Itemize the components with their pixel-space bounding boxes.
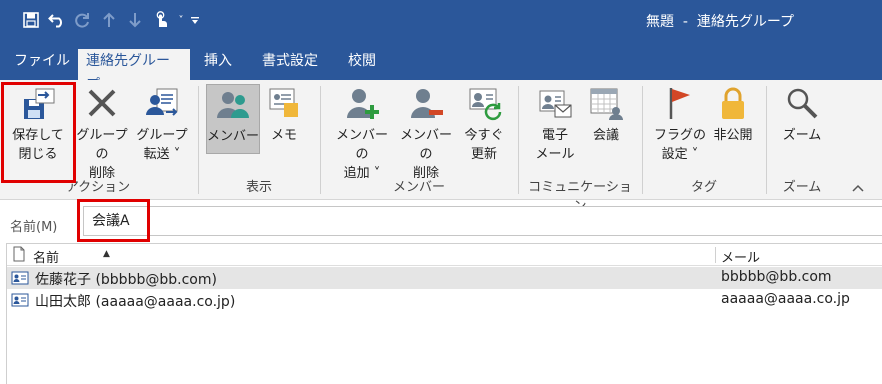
- follow-up-label-1: フラグの: [653, 128, 706, 143]
- group-label-tags: タグ: [690, 180, 717, 195]
- ribbon: 保存して 閉じる グループの 削除 グループ 転送 ˅ アクション メンバー メ…: [0, 80, 882, 214]
- ribbon-separator: [766, 86, 767, 194]
- update-now-label-1: 今すぐ: [464, 128, 504, 143]
- touch-mode-icon[interactable]: [148, 9, 174, 31]
- member-name: 佐藤花子 (bbbbb@bb.com): [35, 272, 217, 288]
- member-email: aaaaa@aaaa.co.jp: [721, 291, 850, 307]
- redo-icon[interactable]: [70, 9, 96, 31]
- magnifier-icon: [784, 84, 820, 122]
- update-contact-icon: [466, 84, 502, 122]
- email-contact-icon: [537, 84, 573, 122]
- members-icon: [215, 85, 251, 123]
- column-header-name[interactable]: 名前: [33, 247, 59, 266]
- members-label: メンバー: [207, 129, 260, 144]
- email-label-2: メール: [535, 147, 575, 162]
- update-now-label-2: 更新: [470, 147, 497, 162]
- add-members-label-1: メンバーの: [335, 128, 388, 162]
- document-icon: [13, 246, 25, 262]
- ribbon-separator: [518, 86, 519, 194]
- tab-file[interactable]: ファイル: [6, 49, 78, 80]
- list-header: 名前 ▲ メール: [7, 244, 882, 266]
- group-label-members: メンバー: [392, 180, 445, 195]
- member-list: 名前 ▲ メール 佐藤花子 (bbbbb@bb.com) bbbbb@bb.co…: [6, 243, 882, 384]
- delete-group-button[interactable]: グループの 削除: [70, 84, 134, 183]
- remove-member-button[interactable]: メンバーの 削除: [394, 84, 458, 183]
- ribbon-tabs: ファイル 連絡先グループ 挿入 書式設定 校閲: [0, 40, 882, 93]
- meeting-label: 会議: [592, 128, 619, 143]
- highlight-box: [1, 82, 76, 183]
- add-member-icon: [344, 84, 380, 122]
- window-title: 無題 - 連絡先グループ: [645, 14, 794, 30]
- member-name: 山田太郎 (aaaaa@aaaa.co.jp): [35, 294, 236, 310]
- members-view-button[interactable]: メンバー: [206, 84, 260, 154]
- undo-icon[interactable]: [44, 9, 70, 31]
- up-icon[interactable]: [96, 9, 122, 31]
- follow-up-label-2: 設定 ˅: [661, 147, 699, 162]
- highlight-box: [77, 199, 150, 242]
- add-members-button[interactable]: メンバーの 追加 ˅: [330, 84, 394, 183]
- follow-up-button[interactable]: フラグの 設定 ˅: [652, 84, 708, 164]
- forward-group-label-1: グループ: [136, 128, 188, 143]
- remove-member-icon: [408, 84, 444, 122]
- chevron-down-icon[interactable]: ˅: [174, 9, 188, 31]
- column-header-email[interactable]: メール: [721, 247, 760, 266]
- customize-icon[interactable]: [188, 9, 202, 31]
- zoom-label: ズーム: [782, 128, 822, 143]
- remove-member-label-1: メンバーの: [399, 128, 452, 162]
- forward-group-label-2: 転送 ˅: [143, 147, 181, 162]
- name-input[interactable]: 会議A: [83, 206, 882, 236]
- quick-access-toolbar: ˅: [18, 9, 202, 31]
- tab-contact-group[interactable]: 連絡先グループ: [78, 49, 190, 93]
- update-now-button[interactable]: 今すぐ 更新: [460, 84, 508, 164]
- table-row[interactable]: 山田太郎 (aaaaa@aaaa.co.jp) aaaaa@aaaa.co.jp: [7, 289, 882, 311]
- sort-ascending-icon: ▲: [103, 249, 110, 259]
- column-divider[interactable]: [715, 247, 716, 263]
- private-label: 非公開: [713, 128, 753, 143]
- save-icon[interactable]: [18, 9, 44, 31]
- tab-format[interactable]: 書式設定: [254, 49, 326, 80]
- tab-insert[interactable]: 挿入: [196, 49, 240, 80]
- group-label-show: 表示: [245, 180, 272, 195]
- notes-icon: [266, 84, 302, 122]
- tab-review[interactable]: 校閲: [340, 49, 384, 80]
- down-icon[interactable]: [122, 9, 148, 31]
- contact-card-icon: [11, 271, 29, 285]
- lock-icon: [715, 84, 751, 122]
- member-email: bbbbb@bb.com: [721, 269, 832, 285]
- title-bar: ˅ 無題 - 連絡先グループ: [0, 0, 882, 40]
- forward-group-button[interactable]: グループ 転送 ˅: [132, 84, 192, 164]
- flag-icon: [662, 84, 698, 122]
- ribbon-separator: [198, 86, 199, 194]
- collapse-ribbon-icon[interactable]: [852, 184, 864, 194]
- meeting-calendar-icon: [588, 84, 624, 122]
- forward-contact-icon: [144, 84, 180, 122]
- notes-button[interactable]: メモ: [264, 84, 304, 145]
- meeting-button[interactable]: 会議: [584, 84, 628, 145]
- ribbon-separator: [320, 86, 321, 194]
- delete-x-icon: [84, 84, 120, 122]
- email-label-1: 電子: [541, 128, 568, 143]
- group-label-zoom: ズーム: [782, 180, 822, 195]
- zoom-button[interactable]: ズーム: [778, 84, 826, 145]
- table-row[interactable]: 佐藤花子 (bbbbb@bb.com) bbbbb@bb.com: [7, 267, 882, 289]
- email-button[interactable]: 電子 メール: [530, 84, 580, 164]
- notes-label: メモ: [270, 128, 297, 143]
- name-label: 名前(M): [10, 220, 58, 235]
- private-button[interactable]: 非公開: [708, 84, 758, 145]
- ribbon-separator: [642, 86, 643, 194]
- contact-card-icon: [11, 293, 29, 307]
- delete-group-label-1: グループの: [76, 128, 128, 162]
